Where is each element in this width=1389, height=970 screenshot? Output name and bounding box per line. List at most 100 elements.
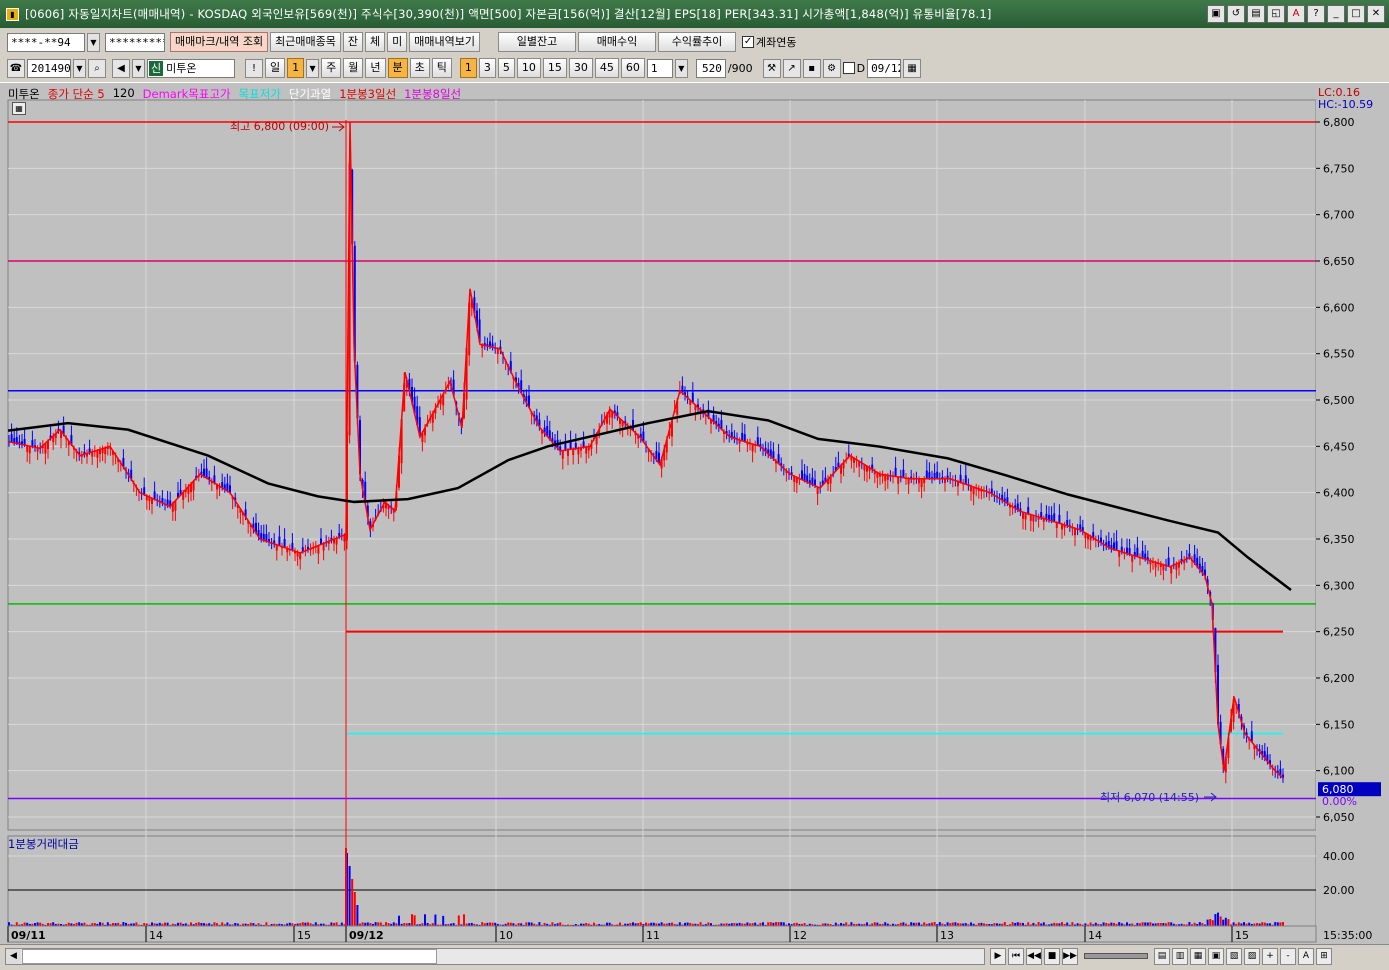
volume-bar — [301, 922, 304, 926]
volume-bar — [970, 922, 972, 926]
volume-bar — [1144, 922, 1147, 926]
volume-bar — [782, 922, 785, 926]
font-size-icon[interactable]: A — [1298, 948, 1314, 965]
candle-body — [1136, 547, 1139, 557]
volume-bar — [348, 866, 351, 926]
volume-bar — [931, 922, 933, 926]
scrollbar-thumb[interactable] — [22, 949, 437, 964]
scroll-right-icon[interactable]: ▶ — [990, 948, 1006, 965]
layout3-icon[interactable]: ▦ — [1190, 948, 1206, 965]
volume-bar — [645, 922, 647, 926]
candle-body — [972, 486, 975, 495]
volume-bar — [530, 922, 533, 926]
candle-body — [1141, 550, 1144, 559]
volume-bar — [190, 922, 192, 926]
volume-bar — [411, 914, 413, 926]
layout4-icon[interactable]: ▣ — [1208, 948, 1224, 965]
candle-body — [801, 470, 803, 480]
volume-bar — [351, 879, 354, 926]
volume-bar — [489, 922, 491, 926]
volume-bar — [884, 922, 887, 926]
price-tick-label: 6,050 — [1323, 811, 1355, 824]
horizontal-scrollbar[interactable]: ◀ — [5, 948, 985, 965]
volume-bar — [559, 922, 562, 926]
price-tick-label: 6,800 — [1323, 116, 1355, 129]
volume-bar — [538, 922, 541, 926]
volume-bar — [457, 915, 460, 926]
price-tick-label: 6,300 — [1323, 579, 1355, 592]
scroll-left-icon[interactable]: ◀ — [6, 949, 21, 964]
candle-body — [299, 552, 302, 560]
volume-bar — [330, 922, 333, 926]
candle-body — [205, 468, 208, 479]
volume-bar — [1066, 922, 1069, 926]
price-tick-label: 6,600 — [1323, 301, 1355, 314]
volume-bar — [1016, 922, 1019, 926]
time-tick-label: 09/11 — [11, 929, 46, 942]
candle-body — [569, 441, 572, 450]
layout1-icon[interactable]: ▤ — [1154, 948, 1170, 965]
volume-bar — [1011, 922, 1014, 926]
volume-bar — [361, 922, 364, 926]
volume-bar — [507, 922, 510, 926]
prev-icon[interactable]: ◀◀ — [1026, 948, 1042, 965]
layout2-icon[interactable]: ▥ — [1172, 948, 1188, 965]
volume-bar — [106, 922, 109, 926]
legend-demark-high: Demark목표고가 — [142, 87, 231, 101]
candle-body — [153, 491, 156, 500]
candle-body — [743, 434, 746, 442]
candle-body — [933, 472, 936, 479]
candle-body — [15, 436, 18, 444]
candle-body — [278, 536, 281, 546]
candle-body — [572, 448, 575, 456]
volume-bar — [678, 922, 681, 926]
candle-body — [884, 474, 887, 481]
volume-bar — [876, 922, 879, 926]
grid-toggle-icon[interactable]: ▦ — [12, 102, 26, 115]
grid-settings-icon[interactable]: ⊞ — [1316, 948, 1332, 965]
first-icon[interactable]: ⏮ — [1008, 948, 1024, 965]
volume-bar — [1209, 919, 1212, 926]
price-chart[interactable]: 6,800 6,750 6,700 6,650 6,600 6,550 6,500 6,450… — [0, 0, 1389, 970]
price-tick-label: 6,200 — [1323, 672, 1355, 685]
time-tick-label: 14 — [1088, 929, 1102, 942]
layout5-icon[interactable]: ▧ — [1226, 948, 1242, 965]
volume-bar — [746, 922, 749, 926]
candle-body — [564, 443, 567, 451]
volume-bar — [754, 922, 757, 926]
candle-body — [1167, 557, 1170, 567]
volume-bar — [8, 922, 10, 926]
hc-label: HC:-10.59 — [1318, 98, 1373, 111]
volume-bar — [379, 922, 382, 926]
candle-body — [928, 472, 931, 479]
layout6-icon[interactable]: ▨ — [1244, 948, 1260, 965]
volume-bar — [1188, 922, 1191, 926]
volume-bar — [660, 922, 663, 926]
volume-bar — [699, 922, 702, 926]
candle-body — [1022, 512, 1024, 519]
time-tick-label: 15 — [1235, 929, 1249, 942]
candle-body — [31, 440, 34, 447]
time-tick-label: 13 — [940, 929, 954, 942]
stop-icon[interactable]: ■ — [1044, 948, 1060, 965]
volume-bar — [99, 922, 101, 926]
zoom-slider[interactable] — [1084, 953, 1148, 959]
time-axis — [7, 925, 1317, 943]
zoom-out-icon[interactable]: - — [1280, 948, 1296, 965]
volume-bar — [954, 922, 957, 926]
volume-bar — [1003, 922, 1006, 926]
volume-bar — [1146, 922, 1149, 926]
volume-bar — [1037, 922, 1040, 926]
candle-body — [936, 471, 939, 479]
next-icon[interactable]: ▶▶ — [1062, 948, 1078, 965]
nav-buttons: ▶ ⏮ ◀◀ ■ ▶▶ ▤ ▥ ▦ ▣ ▧ ▨ + - A ⊞ — [990, 948, 1332, 965]
volume-bar — [335, 922, 338, 926]
volume-plot-area — [7, 835, 1317, 927]
volume-bar — [374, 922, 377, 926]
volume-bar — [463, 914, 465, 926]
zoom-in-icon[interactable]: + — [1262, 948, 1278, 965]
volume-bar — [1222, 919, 1225, 926]
candle-body — [925, 470, 928, 479]
volume-bar — [1042, 922, 1045, 926]
volume-bar — [424, 914, 426, 926]
